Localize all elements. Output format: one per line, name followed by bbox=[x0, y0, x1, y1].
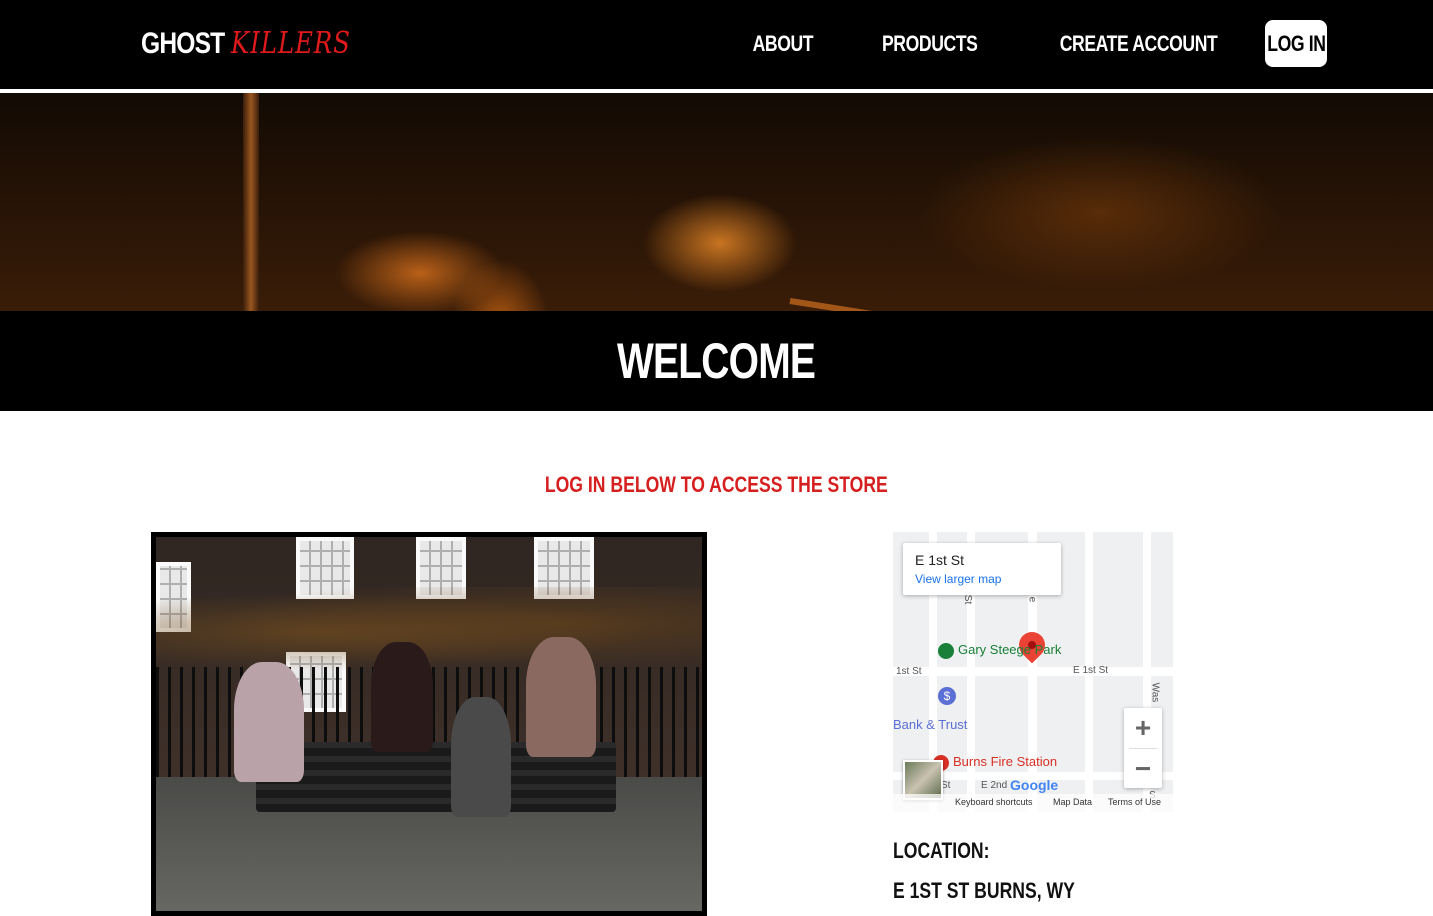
logo-text-red: KILLERS bbox=[230, 26, 351, 61]
keyboard-shortcuts-link[interactable]: Keyboard shortcuts bbox=[955, 797, 1033, 807]
top-navbar: GHOST KILLERS ABOUT PRODUCTS CREATE ACCOU… bbox=[0, 0, 1433, 91]
map-footer: Keyboard shortcuts Map Data Terms of Use bbox=[893, 794, 1173, 812]
embedded-map[interactable]: St e Gary Steege Park 1st St E 1st St Wa… bbox=[893, 532, 1173, 812]
map-street-label: E 2nd bbox=[981, 780, 1008, 791]
map-street-label: E 1st St bbox=[1073, 665, 1109, 676]
login-button[interactable]: LOG IN bbox=[1265, 20, 1327, 67]
map-poi-park-label: Gary Steege Park bbox=[958, 642, 1062, 657]
photo-person bbox=[451, 697, 511, 817]
location-label: LOCATION: bbox=[893, 838, 990, 863]
banner-lamp-post bbox=[243, 93, 259, 311]
map-poi-bank[interactable]: $ Bank & Trust bbox=[893, 687, 968, 732]
map-poi-bank-label: Bank & Trust bbox=[893, 717, 968, 732]
banner-fence-rail bbox=[789, 298, 1433, 311]
map-card-title: E 1st St bbox=[915, 552, 965, 568]
map-poi-park[interactable]: Gary Steege Park bbox=[938, 642, 1061, 659]
photo-person bbox=[526, 637, 596, 757]
google-logo: Google bbox=[1010, 777, 1058, 793]
photo-person bbox=[234, 662, 304, 782]
map-street-label: Was bbox=[1149, 682, 1161, 703]
location-address: E 1ST ST BURNS, WY bbox=[893, 878, 1075, 903]
map-zoom-controls: + − bbox=[1124, 708, 1162, 788]
login-button-label: LOG IN bbox=[1266, 30, 1326, 56]
group-photo bbox=[151, 532, 707, 916]
zoom-in-button[interactable]: + bbox=[1124, 708, 1162, 748]
welcome-bar: WELCOME bbox=[0, 311, 1433, 411]
logo-text-white: GHOST bbox=[141, 27, 225, 60]
bank-icon: $ bbox=[938, 687, 956, 705]
view-larger-map-link[interactable]: View larger map bbox=[915, 572, 1001, 586]
map-poi-fire-label: Burns Fire Station bbox=[953, 754, 1058, 769]
hero-banner-image bbox=[0, 93, 1433, 311]
park-icon bbox=[938, 642, 954, 659]
nav-links: ABOUT PRODUCTS CREATE ACCOUNT LOG IN bbox=[695, 20, 1327, 67]
login-message: LOG IN BELOW TO ACCESS THE STORE bbox=[0, 472, 1433, 498]
photo-person bbox=[371, 642, 433, 752]
map-info-card: E 1st St View larger map bbox=[903, 543, 1061, 595]
google-logo-text: Google bbox=[1010, 777, 1059, 793]
nav-products-link[interactable]: PRODUCTS bbox=[882, 31, 978, 57]
login-message-text: LOG IN BELOW TO ACCESS THE STORE bbox=[545, 472, 888, 497]
welcome-heading: WELCOME bbox=[617, 333, 816, 389]
site-logo[interactable]: GHOST KILLERS bbox=[141, 26, 351, 61]
map-street-label: e bbox=[1026, 596, 1038, 603]
nav-about-link[interactable]: ABOUT bbox=[752, 31, 813, 57]
terms-of-use-link[interactable]: Terms of Use bbox=[1108, 797, 1161, 807]
map-street-label: 1st St bbox=[896, 666, 922, 677]
nav-create-account-link[interactable]: CREATE ACCOUNT bbox=[1060, 31, 1218, 57]
map-data-link[interactable]: Map Data bbox=[1053, 797, 1092, 807]
zoom-out-button[interactable]: − bbox=[1124, 749, 1162, 789]
map-street-label: St bbox=[962, 594, 974, 605]
map-poi-fire-station[interactable]: Burns Fire Station bbox=[933, 754, 1057, 771]
